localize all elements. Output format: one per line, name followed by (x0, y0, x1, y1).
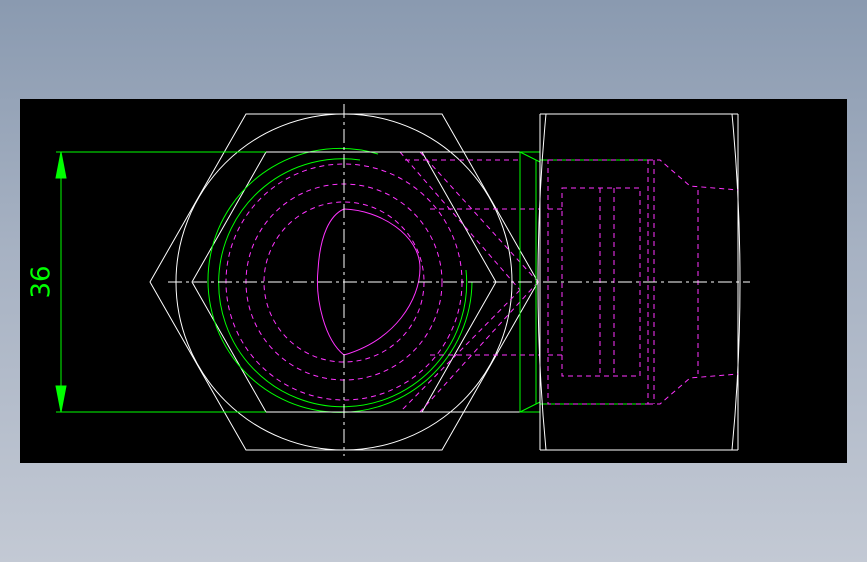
arrow-top (55, 151, 67, 179)
cad-viewport[interactable]: 36 (20, 99, 847, 463)
hidden-diag-4 (399, 289, 521, 413)
thread-arc-outer (207, 147, 473, 413)
arrow-bottom (55, 385, 67, 413)
thread-chamfer-bottom (519, 401, 541, 413)
dimension-text: 36 (27, 265, 57, 298)
cad-drawing: 36 (27, 104, 750, 456)
side-hidden-taper-top (648, 159, 739, 191)
hidden-diag-3 (399, 151, 521, 291)
side-hidden-taper-bottom (648, 373, 739, 405)
centerlines (168, 104, 750, 456)
thread-arc-inner (218, 158, 468, 408)
thread-chamfer-top (519, 151, 541, 163)
